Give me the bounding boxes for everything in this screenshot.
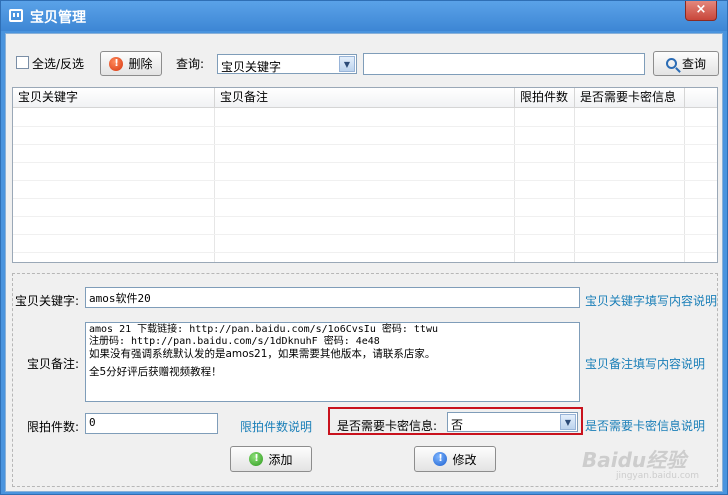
- keyword-input[interactable]: amos软件20: [85, 287, 580, 308]
- grid-row-line: [13, 252, 717, 253]
- query-label: 查询:: [176, 57, 205, 71]
- grid-row-line: [13, 216, 717, 217]
- note-line: 注册码: http://pan.baidu.com/s/1dDknuhF 密码:…: [89, 336, 380, 347]
- grid-row-line: [13, 162, 717, 163]
- window-title: 宝贝管理: [30, 10, 86, 26]
- chevron-down-icon[interactable]: ▼: [560, 414, 576, 430]
- close-button[interactable]: ×: [685, 1, 717, 21]
- client-area: 全选/反选 ! 删除 查询: 宝贝关键字 ▼ 查询 宝贝关键字 宝贝备注 限拍件…: [5, 33, 723, 492]
- delete-button-label: 删除: [128, 57, 153, 71]
- grid-row-line: [13, 198, 717, 199]
- note-line: 全5分好评后获赠视频教程！: [89, 366, 222, 378]
- limit-label: 限拍件数:: [27, 420, 80, 434]
- grid-header: 宝贝关键字 宝贝备注 限拍件数 是否需要卡密信息: [13, 88, 717, 108]
- card-info-value: 否: [451, 418, 464, 432]
- grid-row-line: [13, 234, 717, 235]
- limit-help-link[interactable]: 限拍件数说明: [240, 418, 312, 435]
- modify-button-label: 修改: [452, 452, 477, 467]
- watermark: Baidu经验: [582, 448, 687, 472]
- select-all-checkbox[interactable]: [16, 56, 29, 69]
- column-header-card-info[interactable]: 是否需要卡密信息: [575, 88, 685, 108]
- modify-button[interactable]: ! 修改: [414, 446, 496, 472]
- search-button[interactable]: 查询: [653, 51, 719, 76]
- add-button-label: 添加: [268, 452, 293, 467]
- note-line: 如果没有强调系统默认发的是amos21，如果需要其他版本，请联系店家。: [89, 348, 436, 360]
- title-bar[interactable]: 宝贝管理 ×: [1, 1, 727, 31]
- grid-column-line: [575, 108, 685, 262]
- note-line: amos 21 下载链接: http://pan.baidu.com/s/1o6…: [89, 324, 438, 335]
- grid-row-line: [13, 144, 717, 145]
- note-label: 宝贝备注:: [27, 357, 80, 371]
- search-icon: [665, 58, 677, 69]
- info-icon: !: [249, 452, 264, 466]
- keyword-label: 宝贝关键字:: [15, 294, 80, 308]
- delete-button[interactable]: ! 删除: [100, 51, 162, 76]
- add-button[interactable]: ! 添加: [230, 446, 312, 472]
- column-header-limit[interactable]: 限拍件数: [515, 88, 575, 108]
- app-window: 宝贝管理 × 全选/反选 ! 删除 查询: 宝贝关键字 ▼ 查询 宝贝关键字 宝…: [0, 0, 728, 495]
- keyword-help-link[interactable]: 宝贝关键字填写内容说明: [585, 292, 717, 309]
- query-field-value: 宝贝关键字: [221, 60, 282, 74]
- card-info-label: 是否需要卡密信息:: [337, 419, 438, 433]
- info-icon: !: [433, 452, 448, 466]
- app-icon: [9, 9, 23, 22]
- watermark-url: jingyan.baidu.com: [616, 471, 700, 481]
- items-grid[interactable]: 宝贝关键字 宝贝备注 限拍件数 是否需要卡密信息: [12, 87, 718, 263]
- select-all-label[interactable]: 全选/反选: [32, 55, 84, 72]
- query-field-select[interactable]: 宝贝关键字 ▼: [217, 54, 357, 74]
- grid-row-line: [13, 180, 717, 181]
- warning-icon: !: [109, 56, 124, 71]
- note-help-link[interactable]: 宝贝备注填写内容说明: [585, 355, 705, 372]
- grid-column-line: [215, 108, 515, 262]
- grid-row-line: [13, 126, 717, 127]
- column-header-keyword[interactable]: 宝贝关键字: [13, 88, 215, 108]
- search-button-label: 查询: [681, 57, 706, 71]
- note-textarea[interactable]: amos 21 下载链接: http://pan.baidu.com/s/1o6…: [85, 322, 580, 402]
- card-info-select[interactable]: 否 ▼: [447, 412, 578, 432]
- grid-column-line: [515, 108, 575, 262]
- chevron-down-icon[interactable]: ▼: [339, 56, 355, 72]
- search-input[interactable]: [363, 53, 645, 75]
- column-header-note[interactable]: 宝贝备注: [215, 88, 515, 108]
- grid-column-line: [13, 108, 215, 262]
- limit-input[interactable]: 0: [85, 413, 218, 434]
- card-info-help-link[interactable]: 是否需要卡密信息说明: [585, 417, 705, 434]
